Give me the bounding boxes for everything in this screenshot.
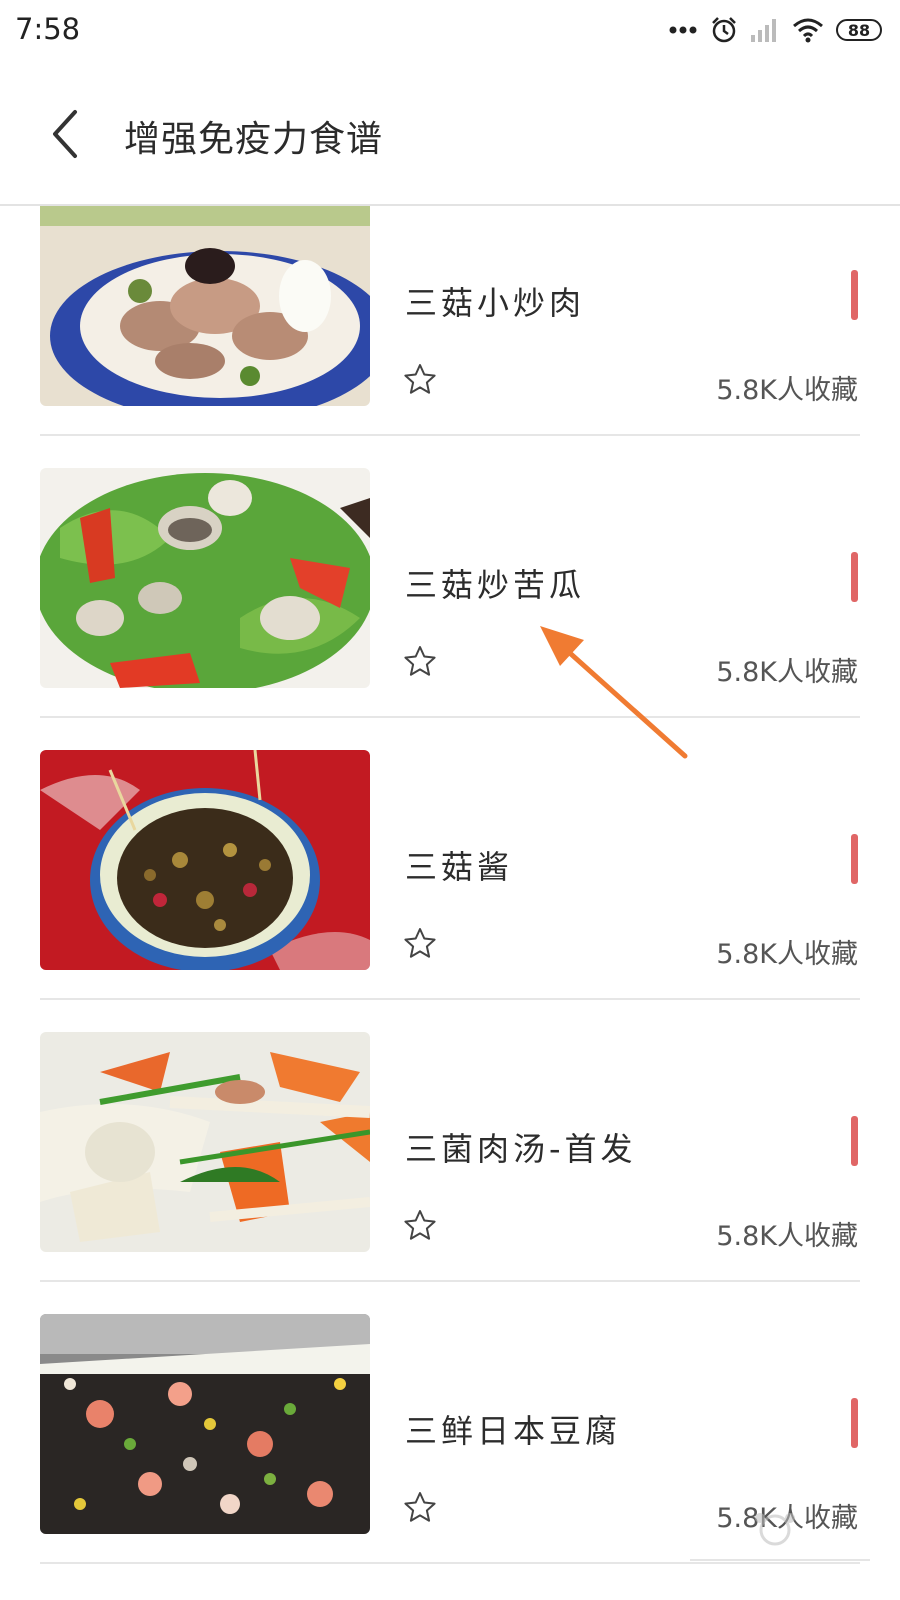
accent-bar xyxy=(851,1398,858,1448)
recipe-name[interactable]: 三鲜日本豆腐 xyxy=(405,1406,621,1452)
recipe-name[interactable]: 三菌肉汤-首发 xyxy=(405,1124,637,1170)
accent-bar xyxy=(851,1116,858,1166)
divider xyxy=(40,434,860,436)
list-item-recipe-3[interactable]: 三菇酱 5.8K人收藏 xyxy=(0,750,900,1037)
recipe-thumbnail[interactable] xyxy=(40,750,370,970)
divider xyxy=(40,998,860,1000)
recipe-name[interactable]: 三菇酱 xyxy=(405,842,513,888)
recipe-list[interactable]: 三菇小炒肉 5.8K人收藏 三菇炒苦瓜 5.8K人收藏 三菇酱 5.8K人收藏 … xyxy=(0,206,900,1600)
recipe-thumbnail[interactable] xyxy=(40,1314,370,1534)
battery-level: 88 xyxy=(847,21,871,40)
accent-bar xyxy=(851,270,858,320)
favorite-count: 5.8K人收藏 xyxy=(716,375,858,406)
divider xyxy=(40,716,860,718)
status-bar: 7:58 88 xyxy=(0,0,900,62)
recipe-name[interactable]: 三菇炒苦瓜 xyxy=(405,560,585,606)
battery-icon: 88 xyxy=(836,19,882,41)
accent-bar xyxy=(851,552,858,602)
recipe-thumbnail[interactable] xyxy=(40,206,370,406)
status-icons: 88 xyxy=(656,14,882,46)
recipe-name[interactable]: 三菇小炒肉 xyxy=(405,278,585,324)
alarm-clock-icon xyxy=(712,17,736,43)
page-title: 增强免疫力食谱 xyxy=(124,119,384,160)
favorite-count: 5.8K人收藏 xyxy=(716,1221,858,1252)
recipe-thumbnail[interactable] xyxy=(40,1032,370,1252)
star-outline-icon[interactable] xyxy=(402,926,438,962)
watermark-logo-icon xyxy=(690,1513,870,1561)
annotation-arrow-icon xyxy=(540,626,688,759)
star-outline-icon[interactable] xyxy=(402,362,438,398)
accent-bar xyxy=(851,834,858,884)
status-time: 7:58 xyxy=(15,12,81,46)
recipe-thumbnail[interactable] xyxy=(40,468,370,688)
favorite-count: 5.8K人收藏 xyxy=(716,657,858,688)
divider xyxy=(40,1280,860,1282)
back-chevron-icon[interactable] xyxy=(42,104,92,164)
more-dots-icon xyxy=(669,26,697,34)
list-item-recipe-4[interactable]: 三菌肉汤-首发 5.8K人收藏 xyxy=(0,1032,900,1319)
star-outline-icon[interactable] xyxy=(402,1490,438,1526)
favorite-count: 5.8K人收藏 xyxy=(716,939,858,970)
star-outline-icon[interactable] xyxy=(402,644,438,680)
cell-signal-icon xyxy=(751,19,776,42)
header: 增强免疫力食谱 xyxy=(0,62,900,206)
wifi-icon xyxy=(793,18,823,43)
list-item-recipe-1[interactable]: 三菇小炒肉 5.8K人收藏 xyxy=(0,206,900,493)
list-item-recipe-2[interactable]: 三菇炒苦瓜 5.8K人收藏 xyxy=(0,468,900,755)
star-outline-icon[interactable] xyxy=(402,1208,438,1244)
